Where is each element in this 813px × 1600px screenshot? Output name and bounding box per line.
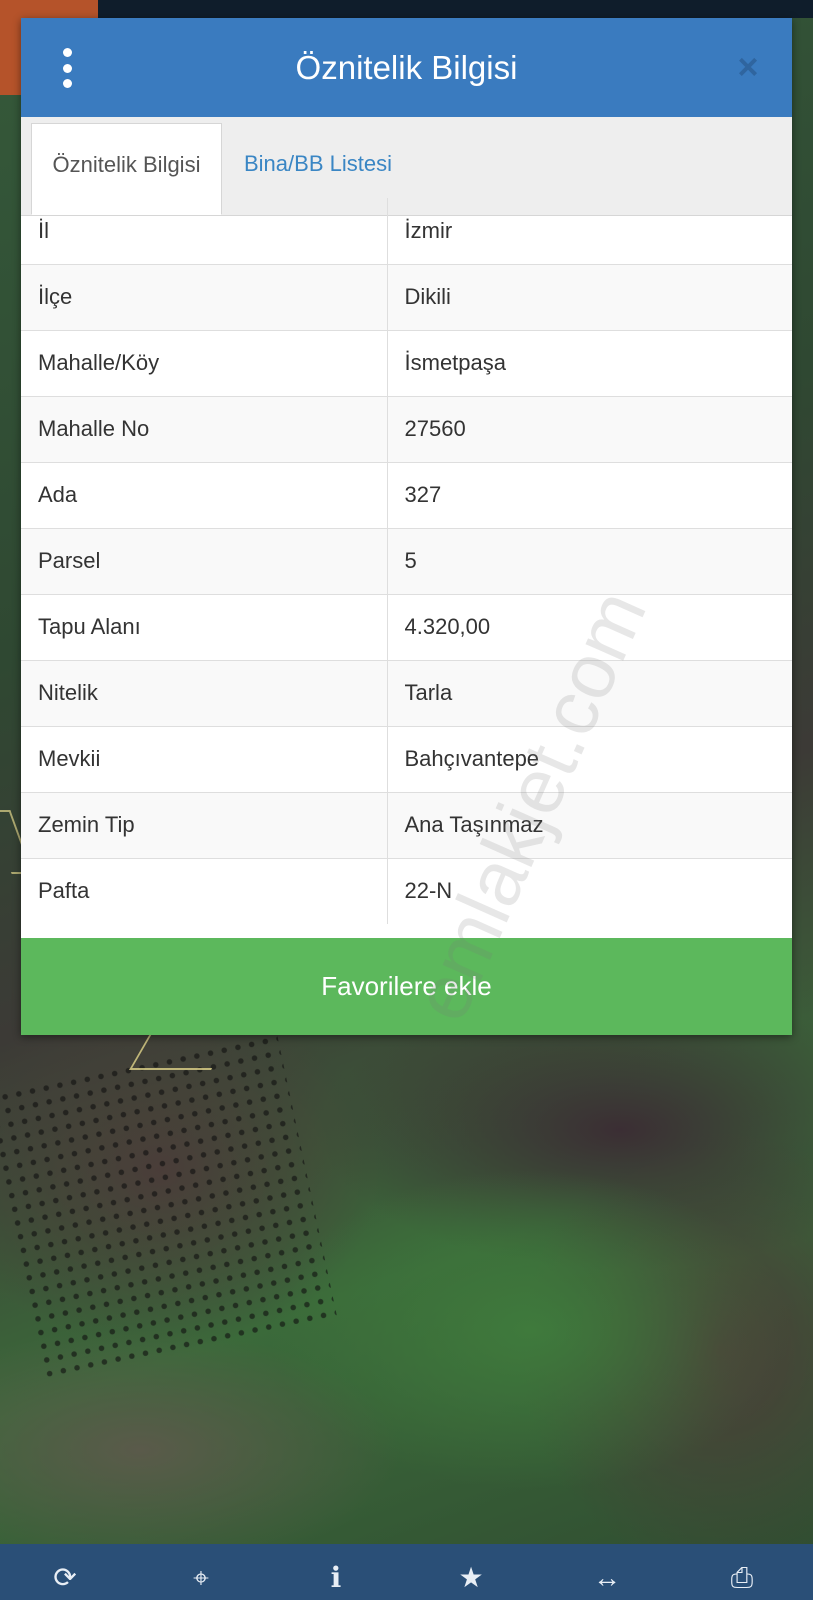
table-row: İlçe Dikili xyxy=(21,263,792,330)
row-value: Ana Taşınmaz xyxy=(387,791,792,858)
attribute-table: İl İzmir İlçe Dikili Mahalle/Köy İsmetpa… xyxy=(21,198,792,924)
measure-icon[interactable]: ↔ xyxy=(587,1558,627,1600)
row-value: 27560 xyxy=(387,395,792,462)
row-value: Dikili xyxy=(387,263,792,330)
table-row: Parsel 5 xyxy=(21,527,792,594)
status-bar xyxy=(0,0,813,18)
print-icon[interactable]: ⎙ xyxy=(722,1558,762,1600)
table-row: Ada 327 xyxy=(21,461,792,528)
row-key: Nitelik xyxy=(21,659,388,726)
row-key: İlçe xyxy=(21,263,388,330)
row-key: Mevkii xyxy=(21,725,388,792)
row-key: İl xyxy=(21,198,388,264)
table-row: Pafta 22-N xyxy=(21,857,792,924)
table-row: İl İzmir xyxy=(21,198,792,264)
refresh-icon[interactable]: ⟳ xyxy=(45,1558,85,1600)
row-value: 4.320,00 xyxy=(387,593,792,660)
table-row: Nitelik Tarla xyxy=(21,659,792,726)
row-key: Parsel xyxy=(21,527,388,594)
dialog-header: Öznitelik Bilgisi × xyxy=(21,18,792,117)
row-value: 327 xyxy=(387,461,792,528)
row-value: İzmir xyxy=(404,217,453,243)
row-key: Mahalle/Köy xyxy=(21,329,388,396)
info-icon[interactable]: i xyxy=(316,1558,356,1600)
more-options-icon[interactable] xyxy=(55,48,79,88)
locate-icon[interactable]: ⌖ xyxy=(181,1558,221,1600)
row-key: Ada xyxy=(21,461,388,528)
dialog-title: Öznitelik Bilgisi xyxy=(295,49,518,86)
table-row: Zemin Tip Ana Taşınmaz xyxy=(21,791,792,858)
row-value: Bahçıvantepe xyxy=(387,725,792,792)
add-to-favorites-button[interactable]: Favorilere ekle xyxy=(21,938,792,1035)
row-value: İsmetpaşa xyxy=(387,329,792,396)
row-value: Tarla xyxy=(387,659,792,726)
attribute-info-dialog: Öznitelik Bilgisi × Öznitelik Bilgisi Bi… xyxy=(21,18,792,1035)
row-value: 22-N xyxy=(387,857,792,924)
row-key: Pafta xyxy=(21,857,388,924)
row-key: Zemin Tip xyxy=(21,791,388,858)
table-row: Mevkii Bahçıvantepe xyxy=(21,725,792,792)
table-row: Mahalle No 27560 xyxy=(21,395,792,462)
row-value: 5 xyxy=(387,527,792,594)
row-key: Mahalle No xyxy=(21,395,388,462)
bottom-toolbar: ⟳ ⌖ i ★ ↔ ⎙ xyxy=(0,1544,813,1600)
close-icon[interactable]: × xyxy=(733,49,763,85)
table-row: Tapu Alanı 4.320,00 xyxy=(21,593,792,660)
row-key: Tapu Alanı xyxy=(21,593,388,660)
table-row: Mahalle/Köy İsmetpaşa xyxy=(21,329,792,396)
star-icon[interactable]: ★ xyxy=(451,1558,491,1600)
